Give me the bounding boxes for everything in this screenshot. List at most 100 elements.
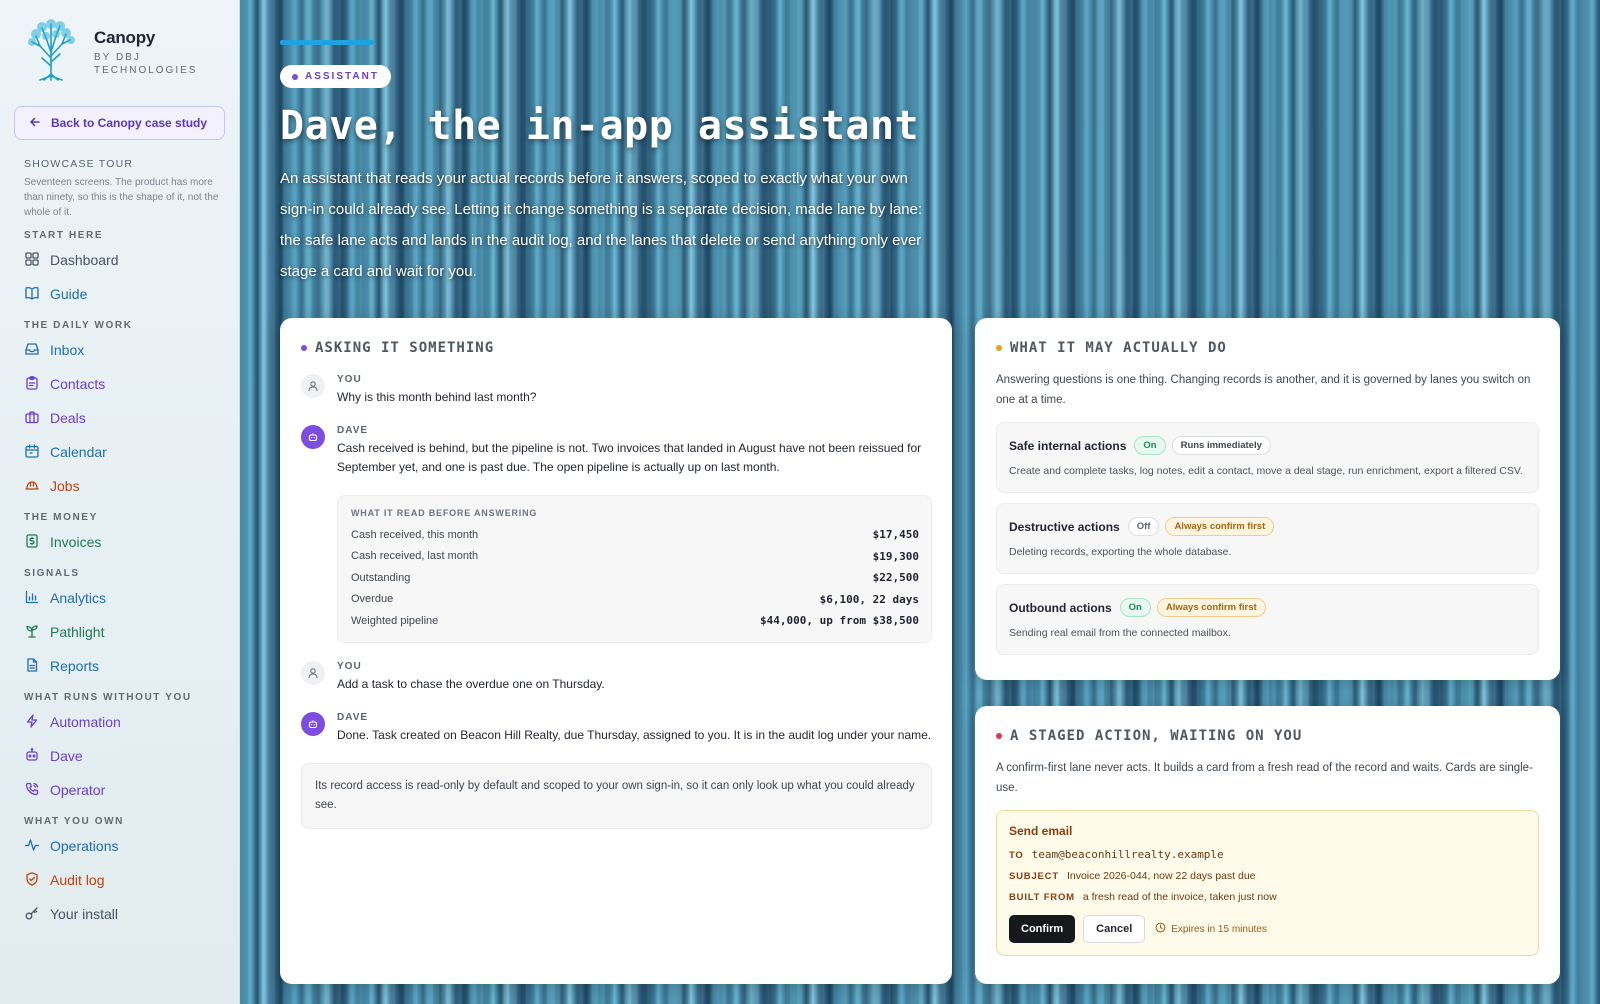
message-text: Add a task to chase the overdue one on T… [337, 676, 605, 691]
sidebar-item-label: Analytics [50, 590, 107, 606]
nav-section-heading: THE DAILY WORK [24, 320, 133, 331]
sidebar-item-label: Operations [50, 838, 119, 854]
lane-state-badge[interactable]: On [1119, 598, 1151, 617]
expiry-text: Expires in 15 minutes [1171, 923, 1267, 935]
key-icon [24, 905, 40, 924]
record-label: Cash received, last month [351, 550, 479, 563]
main-content: ASSISTANT Dave, the in-app assistant An … [240, 0, 1600, 1004]
built-from-label: BUILT FROM [1009, 892, 1075, 903]
sidebar-item-your-install[interactable]: Your install [24, 897, 225, 931]
lane-header: Safe internal actions On Runs immediatel… [1009, 436, 1526, 455]
nav-section-heading: THE MONEY [24, 512, 98, 523]
chat-message-dave: DAVE Cash received is behind, but the pi… [301, 425, 932, 643]
confirm-button[interactable]: Confirm [1009, 915, 1076, 943]
lane-state-badge[interactable]: Off [1127, 517, 1160, 536]
sidebar-item-label: Jobs [50, 478, 80, 494]
sidebar-item-analytics[interactable]: Analytics [24, 581, 225, 615]
sidebar-item-label: Pathlight [50, 624, 105, 640]
shield-icon [24, 871, 40, 890]
email-built-row: BUILT FROM a fresh read of the invoice, … [1009, 891, 1525, 903]
sprout-icon [24, 623, 40, 642]
sidebar-item-label: Automation [50, 714, 121, 730]
record-value: $6,100, 22 days [819, 592, 919, 606]
sidebar-item-label: Reports [50, 658, 100, 674]
calendar-icon [24, 443, 40, 462]
user-icon [301, 660, 325, 685]
lane-list: Safe internal actions On Runs immediatel… [996, 422, 1539, 655]
clock-icon [1155, 922, 1166, 936]
section-pill: ASSISTANT [280, 65, 391, 88]
staged-intro: A confirm-first lane never acts. It buil… [996, 762, 1533, 794]
asking-card-heading: ASKING IT SOMETHING [301, 340, 932, 356]
lanes-card-heading: WHAT IT MAY ACTUALLY DO [996, 340, 1539, 356]
lane-mode-badge: Always confirm first [1156, 598, 1266, 617]
nav-section-heading: WHAT RUNS WITHOUT YOU [24, 692, 192, 703]
sidebar-item-automation[interactable]: Automation [24, 705, 225, 739]
record-label: Cash received, this month [351, 528, 479, 541]
sidebar-item-label: Dave [50, 748, 83, 764]
pill-label: ASSISTANT [305, 71, 379, 82]
record-label: Overdue [351, 593, 394, 606]
brand[interactable]: Canopy BY DBJ TECHNOLOGIES [18, 18, 225, 84]
sidebar-item-deals[interactable]: Deals [24, 401, 225, 435]
receipt-icon [24, 533, 40, 552]
inbox-icon [24, 341, 40, 360]
message-text: Cash received is behind, but the pipelin… [337, 441, 922, 474]
sidebar-item-pathlight[interactable]: Pathlight [24, 615, 225, 649]
email-card-title: Send email [1009, 824, 1073, 838]
staged-card-heading: A STAGED ACTION, WAITING ON YOU [996, 728, 1539, 744]
record-label: Outstanding [351, 571, 411, 584]
lane-mode-badge: Always confirm first [1165, 517, 1275, 536]
sidebar-item-label: Calendar [50, 444, 107, 460]
sender-label: YOU [337, 374, 362, 385]
sidebar-item-inbox[interactable]: Inbox [24, 333, 225, 367]
sidebar-item-jobs[interactable]: Jobs [24, 469, 225, 503]
records-read-title: WHAT IT READ BEFORE ANSWERING [351, 508, 538, 518]
lanes-card-title: WHAT IT MAY ACTUALLY DO [1010, 340, 1227, 356]
lane-row: Safe internal actions On Runs immediatel… [996, 422, 1539, 493]
record-value: $17,450 [872, 528, 919, 542]
nav-section-heading: SIGNALS [24, 568, 80, 579]
record-row: Outstanding $22,500 [351, 567, 919, 589]
asking-card: ASKING IT SOMETHING YOU Why is this mont… [280, 318, 952, 984]
subject-label: SUBJECT [1009, 871, 1059, 882]
expiry-notice: Expires in 15 minutes [1155, 922, 1267, 936]
hero-accent-bar [280, 40, 374, 45]
chat-message-you: YOU Why is this month behind last month? [301, 374, 932, 407]
bot-icon [24, 747, 40, 766]
back-to-case-study-link[interactable]: Back to Canopy case study [14, 106, 225, 140]
sidebar-item-dave[interactable]: Dave [24, 739, 225, 773]
sidebar-item-operator[interactable]: Operator [24, 773, 225, 807]
activity-icon [24, 837, 40, 856]
sidebar-item-guide[interactable]: Guide [24, 277, 225, 311]
sidebar-item-label: Your install [50, 906, 118, 922]
lane-mode-badge: Runs immediately [1171, 436, 1271, 455]
book-icon [24, 285, 40, 304]
lane-description: Create and complete tasks, log notes, ed… [1009, 465, 1523, 477]
record-label: Weighted pipeline [351, 614, 439, 627]
pill-dot [292, 73, 298, 80]
zap-icon [24, 713, 40, 732]
sidebar-item-dashboard[interactable]: Dashboard [24, 243, 225, 277]
sidebar-item-label: Invoices [50, 534, 102, 550]
sidebar-item-invoices[interactable]: Invoices [24, 525, 225, 559]
record-value: $44,000, up from $38,500 [760, 614, 919, 628]
staged-action-card: A STAGED ACTION, WAITING ON YOU A confir… [975, 706, 1560, 984]
brand-name: Canopy [94, 27, 156, 47]
email-confirm-card: Send email TO team@beaconhillrealty.exam… [996, 810, 1539, 956]
heading-dot [996, 345, 1002, 351]
sidebar-item-audit-log[interactable]: Audit log [24, 863, 225, 897]
bar-chart-icon [24, 589, 40, 608]
email-subject-row: SUBJECT Invoice 2026-044, now 22 days pa… [1009, 870, 1525, 882]
subject-value: Invoice 2026-044, now 22 days past due [1066, 870, 1256, 882]
sidebar-item-contacts[interactable]: Contacts [24, 367, 225, 401]
sidebar-item-reports[interactable]: Reports [24, 649, 225, 683]
sidebar-item-calendar[interactable]: Calendar [24, 435, 225, 469]
sidebar-item-operations[interactable]: Operations [24, 829, 225, 863]
phone-icon [24, 781, 40, 800]
record-row: Weighted pipeline $44,000, up from $38,5… [351, 610, 919, 632]
sender-label: DAVE [337, 711, 369, 723]
lane-state-badge[interactable]: On [1134, 436, 1166, 455]
cancel-button[interactable]: Cancel [1083, 915, 1146, 943]
bot-icon [301, 425, 325, 449]
